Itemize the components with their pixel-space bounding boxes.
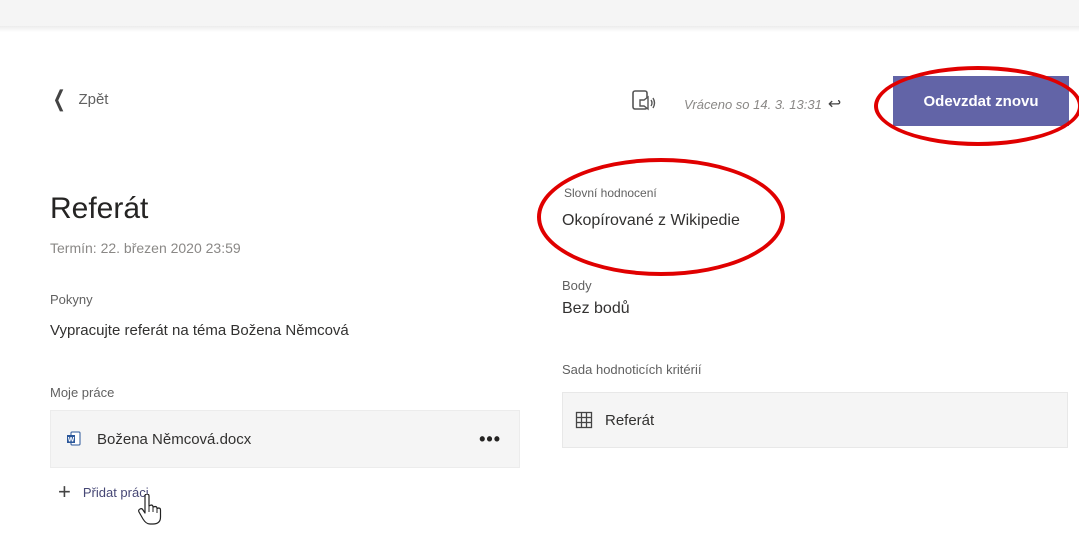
attached-file-card[interactable]: W Božena Němcová.docx ••• xyxy=(50,410,520,468)
plus-icon: + xyxy=(58,479,71,504)
instructions-text: Vypracujte referát na téma Božena Němcov… xyxy=(50,322,349,339)
back-label: Zpět xyxy=(78,90,109,108)
resubmit-button[interactable]: Odevzdat znovu xyxy=(893,76,1069,126)
my-work-label: Moje práce xyxy=(50,385,115,400)
rubric-label: Sada hodnoticích kritérií xyxy=(562,362,702,377)
feedback-text: Okopírované z Wikipedie xyxy=(562,212,740,229)
instructions-label: Pokyny xyxy=(50,292,93,307)
return-arrow-icon: ↩ xyxy=(827,96,842,113)
feedback-label: Slovní hodnocení xyxy=(564,186,657,200)
top-bar-shadow xyxy=(0,26,1079,32)
top-bar xyxy=(0,0,1079,26)
returned-text: Vráceno so 14. 3. 13:31 xyxy=(684,96,822,112)
returned-status: Vráceno so 14. 3. 13:31 ↩ xyxy=(684,94,841,114)
chevron-left-icon: ❮ xyxy=(52,86,66,111)
due-date: Termín: 22. březen 2020 23:59 xyxy=(50,240,241,256)
page-title: Referát xyxy=(50,192,149,225)
immersive-reader-icon[interactable] xyxy=(630,88,658,116)
points-value: Bez bodů xyxy=(562,300,630,317)
add-work-button[interactable]: + Přidat práci xyxy=(58,479,149,504)
hand-pointer-icon xyxy=(138,494,162,525)
more-options-icon[interactable]: ••• xyxy=(479,429,501,450)
rubric-name: Referát xyxy=(605,411,655,429)
file-name: Božena Němcová.docx xyxy=(97,430,252,448)
rubric-card[interactable]: Referát xyxy=(562,392,1068,448)
grid-icon xyxy=(575,411,593,429)
word-document-icon: W xyxy=(67,431,81,446)
back-button[interactable]: ❮ Zpět xyxy=(50,86,109,111)
svg-text:W: W xyxy=(68,437,75,444)
points-label: Body xyxy=(562,278,592,293)
